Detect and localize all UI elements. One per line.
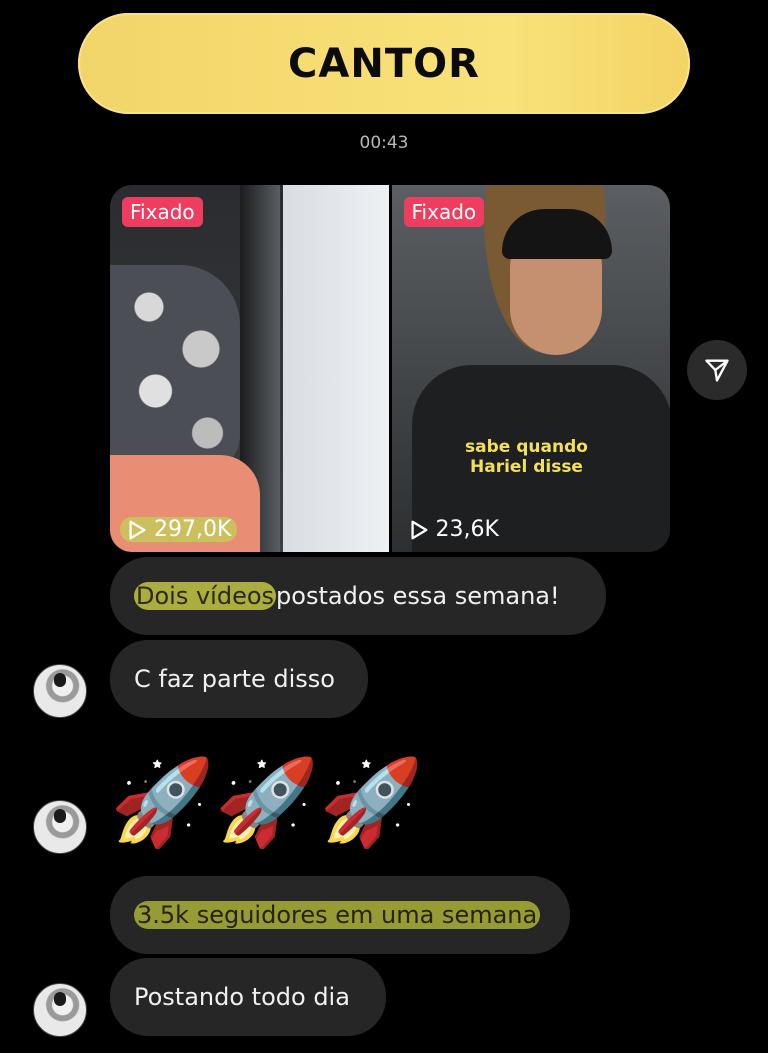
highlighted-text: Dois vídeos <box>134 582 277 610</box>
shared-media-card[interactable]: Fixado 297,0K sabe quando Hariel disse F… <box>110 185 670 552</box>
view-count: 23,6K <box>402 517 505 542</box>
message-bubble[interactable]: 3.5k seguidores em uma semana <box>110 876 570 954</box>
avatar[interactable] <box>33 664 87 718</box>
video-thumbnail-2[interactable]: sabe quando Hariel disse Fixado 23,6K <box>391 185 670 552</box>
cap-graphic <box>501 209 612 259</box>
play-icon <box>410 520 427 539</box>
message-bubble[interactable]: C faz parte disso <box>110 640 368 718</box>
message-bubble[interactable]: Dois vídeos postados essa semana! <box>110 557 606 635</box>
message-text: postados essa semana! <box>276 582 560 610</box>
pinned-badge: Fixado <box>122 197 203 227</box>
message-text: C faz parte disso <box>134 665 335 693</box>
share-button[interactable] <box>687 340 747 400</box>
title-text: CANTOR <box>288 40 480 87</box>
pinned-badge: Fixado <box>403 197 485 227</box>
avatar[interactable] <box>33 983 87 1037</box>
message-text: 3.5k seguidores em uma semana <box>134 901 541 929</box>
message-bubble[interactable]: Postando todo dia <box>110 958 386 1036</box>
view-count: 297,0K <box>120 517 238 542</box>
send-icon <box>705 359 729 382</box>
message-text: Postando todo dia <box>134 983 350 1011</box>
video-thumbnail-1[interactable]: Fixado 297,0K <box>110 185 389 552</box>
emoji-message[interactable]: 🚀🚀🚀 <box>110 755 424 850</box>
video-caption: sabe quando Hariel disse <box>465 437 588 477</box>
play-icon <box>129 520 146 539</box>
view-count-value: 23,6K <box>435 517 499 542</box>
title-banner: CANTOR <box>78 13 690 114</box>
avatar[interactable] <box>33 800 87 854</box>
camo-shirt-graphic <box>110 265 240 475</box>
message-timestamp: 00:43 <box>359 133 409 153</box>
view-count-value: 297,0K <box>154 517 232 542</box>
